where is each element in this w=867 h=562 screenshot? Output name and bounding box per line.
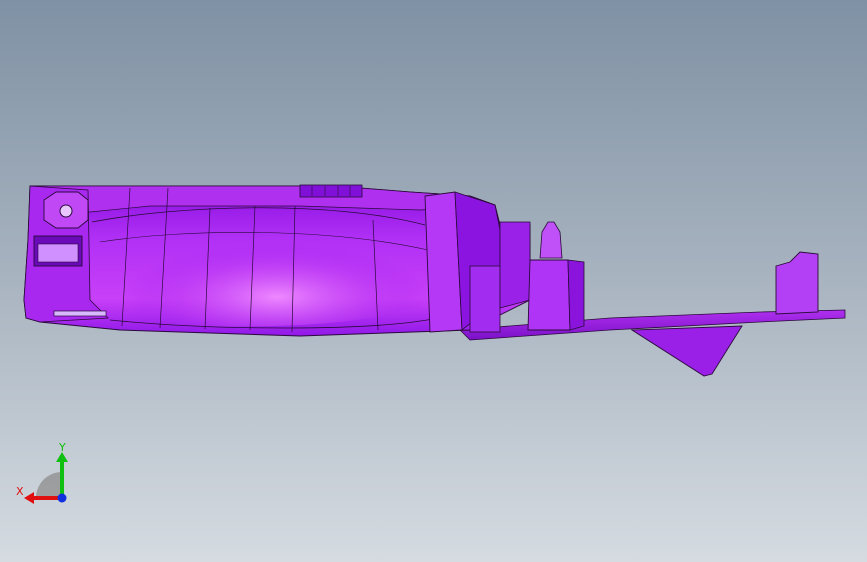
- x-axis-arrow: [24, 492, 34, 504]
- y-axis-label: Y: [59, 441, 66, 454]
- tower-block: [527, 259, 571, 331]
- triad-graphic: [24, 452, 68, 504]
- sculpted-surface: [90, 207, 430, 327]
- snap-post: [539, 221, 563, 259]
- bottom-slot: [53, 310, 107, 317]
- rear-stanchion: [499, 221, 531, 309]
- right-bracket: [775, 251, 819, 315]
- slot-inner: [37, 243, 79, 263]
- graphics-viewport[interactable]: X Y: [0, 0, 867, 562]
- top-clip: [299, 184, 363, 198]
- coordinate-triad: X Y: [12, 440, 82, 510]
- triad-plane: [36, 472, 62, 498]
- x-axis-label: X: [16, 485, 24, 498]
- part-model[interactable]: [0, 0, 867, 562]
- block-lower: [469, 265, 501, 333]
- triangle-rib: [630, 325, 743, 377]
- tower-side: [567, 259, 585, 331]
- z-axis-dot: [57, 493, 67, 503]
- mount-hole: [59, 204, 73, 218]
